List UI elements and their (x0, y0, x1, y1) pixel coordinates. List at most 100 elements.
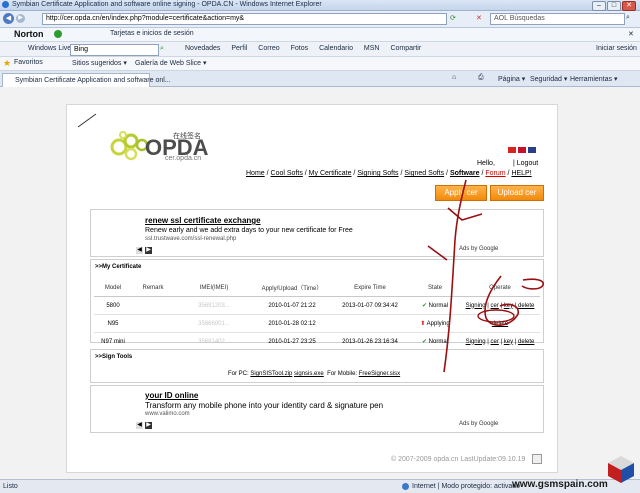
fav-suggested-sites[interactable]: Sitios sugeridos ▾ (72, 59, 127, 67)
cmd-tools[interactable]: Herramientas ▾ (570, 75, 617, 83)
wl-item-calendario[interactable]: Calendario (319, 45, 353, 52)
windows-live-toolbar: Windows Live Bing ⌕ Novedades Perfil Cor… (0, 42, 640, 57)
flag-hk-icon[interactable] (518, 147, 526, 153)
cell-operate: Signing | cer | key | delete (460, 332, 540, 351)
back-button[interactable]: ◀ (3, 13, 14, 24)
forward-button[interactable]: ▶ (16, 14, 25, 23)
op-key[interactable]: key (504, 303, 513, 309)
col-operate: Operate (460, 279, 540, 297)
search-input[interactable]: AOL Búsquedas (490, 13, 625, 25)
wl-item-novedades[interactable]: Novedades (185, 45, 220, 52)
windows-live-logo[interactable]: Windows Live (28, 45, 71, 52)
ad2-adsby[interactable]: Ads by Google (459, 421, 498, 427)
ad2-text: Transform any mobile phone into your ide… (145, 401, 384, 410)
gsmspain-watermark: www.gsmspain.com (512, 479, 608, 490)
search-icon[interactable]: ⌕ (626, 14, 630, 22)
nav-signing-softs[interactable]: Signing Softs (357, 170, 398, 177)
flag-cn-icon[interactable] (508, 147, 516, 153)
nav-my-certificate[interactable]: My Certificate (309, 170, 352, 177)
home-icon[interactable]: ⌂ (452, 74, 456, 81)
nav-software[interactable]: Software (450, 170, 480, 177)
fav-webslice-gallery[interactable]: Galería de Web Slice ▾ (135, 59, 206, 67)
op-cer[interactable]: cer (491, 303, 499, 309)
minimize-button[interactable]: – (592, 1, 606, 11)
ad2-prev-icon[interactable]: ◀ (136, 422, 143, 429)
nav-signed-softs[interactable]: Signed Softs (404, 170, 444, 177)
ad1-adsby[interactable]: Ads by Google (459, 246, 498, 252)
stop-icon[interactable]: ✕ (476, 14, 482, 22)
nav-forum[interactable]: Forum (485, 170, 505, 177)
op-delete[interactable]: delete (518, 339, 534, 345)
col-expire: Expire Time (330, 279, 410, 297)
upload-cer-button[interactable]: Upload cer (490, 185, 544, 201)
hello-text: Hello, (477, 160, 495, 167)
cell-remark (132, 332, 174, 351)
col-imei: IMEI(IMEI) (174, 279, 254, 297)
my-certificate-panel: >>My Certificate Model Remark IMEI(IMEI)… (90, 259, 544, 351)
nav-home[interactable]: Home (246, 170, 265, 177)
op-delete[interactable]: delete (492, 321, 508, 327)
ad2-next-icon[interactable]: ▶ (145, 422, 152, 429)
ad1-next-icon[interactable]: ▶ (145, 247, 152, 254)
sign-tools-panel: >>Sign Tools For PC: SignSISTool.zip sig… (90, 349, 544, 383)
wl-item-perfil[interactable]: Perfil (231, 45, 247, 52)
certificate-table: Model Remark IMEI(IMEI) Apply/Upload（Tim… (94, 279, 540, 351)
cell-imei: 35681402... (174, 332, 254, 351)
stats-icon[interactable] (532, 454, 542, 464)
wl-item-correo[interactable]: Correo (258, 45, 279, 52)
ad1-headline[interactable]: renew ssl certificate exchange (145, 216, 261, 225)
freesigner-link[interactable]: FreeSigner.sisx (359, 371, 400, 377)
bing-search-icon[interactable]: ⌕ (160, 45, 164, 53)
applying-arrow-icon: ⬆ (420, 321, 426, 327)
op-delete[interactable]: delete (518, 303, 534, 309)
flag-uk-icon[interactable] (528, 147, 536, 153)
op-cer[interactable]: cer (491, 339, 499, 345)
op-signing[interactable]: Signing (466, 339, 486, 345)
op-key[interactable]: key (504, 339, 513, 345)
pc-label: For PC: (228, 371, 249, 377)
op-signing[interactable]: Signing (466, 303, 486, 309)
table-row: N95 35666001... 2010-01-28 02:12 ⬆ Apply… (94, 314, 540, 333)
wl-item-compartir[interactable]: Compartir (390, 45, 421, 52)
cmd-security[interactable]: Seguridad ▾ (530, 75, 567, 83)
favorites-button[interactable]: Favoritos (14, 59, 43, 66)
signsistool-link[interactable]: SignSISTool.zip (250, 371, 292, 377)
apply-cer-button[interactable]: Apply cer (435, 185, 487, 201)
norton-close-icon[interactable]: ✕ (628, 30, 634, 38)
print-icon[interactable]: ⎙ (478, 74, 484, 82)
cell-expire (330, 314, 410, 333)
norton-logo[interactable]: Norton (14, 29, 44, 39)
wl-item-fotos[interactable]: Fotos (291, 45, 309, 52)
nav-cool-softs[interactable]: Cool Softs (271, 170, 303, 177)
ad2-url[interactable]: www.valimo.com (145, 411, 190, 417)
ad1-prev-icon[interactable]: ◀ (136, 247, 143, 254)
ad1-url[interactable]: ssl.trustwave.com/ssl-renewal.php (145, 236, 236, 242)
wl-item-msn[interactable]: MSN (364, 45, 380, 52)
maximize-button[interactable]: □ (607, 1, 621, 11)
gsmspain-cube-icon (608, 456, 634, 483)
bing-search-input[interactable]: Bing (70, 44, 159, 56)
ie-icon (2, 1, 9, 8)
norton-cards-button[interactable]: Tarjetas e inicios de sesión (110, 30, 194, 37)
state-text: Normal (428, 303, 449, 309)
page-container: 在线签名 OPDA cer.opda.cn Hello, | Logout Ho… (66, 104, 558, 473)
refresh-icon[interactable]: ⟳ (450, 14, 456, 22)
footer-copyright: © 2007-2009 opda.cn LastUpdate:09.10.19 (391, 456, 526, 463)
cmd-page[interactable]: Página ▾ (498, 75, 525, 83)
signin-button[interactable]: Iniciar sesión (596, 45, 637, 52)
tab-active[interactable]: Symbian Certificate Application and soft… (2, 73, 171, 87)
close-button[interactable]: ✕ (622, 1, 636, 11)
check-icon: ✔ (421, 339, 427, 345)
cell-model: N97 mini (94, 332, 132, 351)
cell-state: ✔ Normal (410, 332, 460, 351)
ad-box-bottom: your ID online Transform any mobile phon… (90, 385, 544, 433)
ad2-headline[interactable]: your ID online (145, 391, 198, 400)
ad1-text: Renew early and we add extra days to you… (145, 227, 353, 234)
cell-imei: 35691203... (174, 296, 254, 315)
signsis-exe-link[interactable]: signsis.exe (294, 371, 324, 377)
norton-toolbar: Norton Tarjetas e inicios de sesión ✕ (0, 28, 640, 42)
url-input[interactable]: http://cer.opda.cn/en/index.php?module=c… (42, 13, 447, 25)
nav-help[interactable]: HELP! (511, 170, 531, 177)
logout-link[interactable]: | Logout (513, 160, 538, 167)
col-apply: Apply/Upload（Time） (254, 279, 330, 297)
